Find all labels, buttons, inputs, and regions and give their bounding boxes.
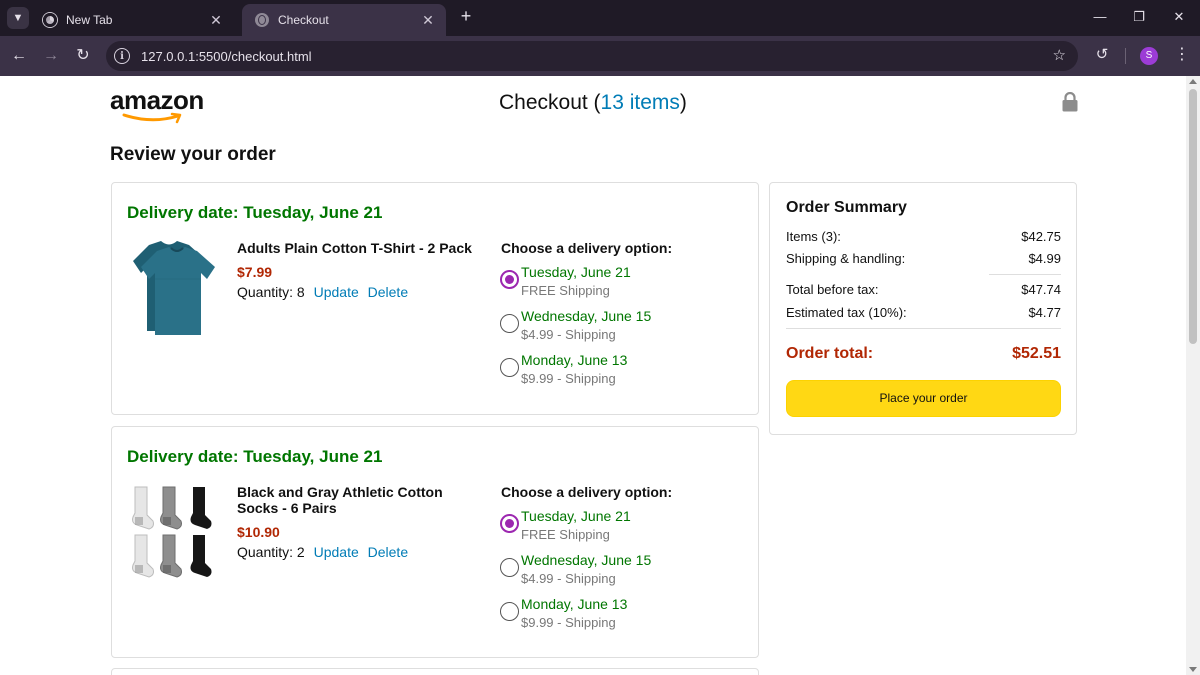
product-name: Adults Plain Cotton T-Shirt - 2 Pack	[237, 240, 472, 256]
item-count-link[interactable]: 13 items	[601, 91, 680, 114]
product-name: Black and Gray Athletic Cotton Socks - 6…	[237, 484, 443, 516]
radio-button-selected[interactable]	[500, 514, 519, 533]
delivery-option[interactable]: Wednesday, June 15 $4.99 - Shipping	[500, 552, 740, 592]
option-date: Wednesday, June 15	[521, 308, 652, 324]
update-link[interactable]: Update	[314, 284, 359, 300]
option-date: Tuesday, June 21	[521, 508, 631, 524]
summary-row-tax: Estimated tax (10%): $4.77	[786, 305, 1061, 320]
option-price: $4.99 - Shipping	[521, 327, 616, 342]
tab-new-tab[interactable]: New Tab ✕	[30, 4, 234, 36]
socks-product-image	[132, 486, 212, 578]
summary-row-items: Items (3): $42.75	[786, 229, 1061, 244]
reload-icon[interactable]: ↻	[73, 46, 93, 66]
sock-shape	[132, 486, 212, 578]
delivery-options-heading: Choose a delivery option:	[501, 484, 673, 500]
site-info-icon[interactable]: i	[114, 48, 130, 64]
summary-row-shipping: Shipping & handling: $4.99	[786, 251, 1061, 266]
globe-icon	[255, 13, 269, 27]
lock-icon	[1062, 92, 1078, 112]
review-heading: Review your order	[110, 144, 276, 165]
toolbar-divider	[1125, 48, 1126, 64]
smile-arrow-icon	[122, 112, 182, 124]
profile-avatar[interactable]: S	[1140, 47, 1158, 65]
bookmark-star-icon[interactable]: ☆	[1053, 46, 1066, 64]
option-price: $9.99 - Shipping	[521, 371, 616, 386]
url-text[interactable]: 127.0.0.1:5500/checkout.html	[141, 49, 312, 64]
product-price: $7.99	[237, 264, 273, 280]
option-date: Monday, June 13	[521, 596, 628, 612]
delivery-option[interactable]: Monday, June 13 $9.99 - Shipping	[500, 596, 740, 636]
order-summary: Order Summary Items (3): $42.75 Shipping…	[769, 182, 1077, 435]
delivery-option[interactable]: Tuesday, June 21 FREE Shipping	[500, 264, 740, 304]
address-bar[interactable]: i 127.0.0.1:5500/checkout.html ☆	[106, 41, 1078, 71]
radio-button[interactable]	[500, 602, 519, 621]
quantity-label: Quantity: 2	[237, 544, 305, 560]
kebab-menu-icon[interactable]: ⋮	[1172, 45, 1192, 65]
tshirt-product-image	[133, 241, 215, 335]
minimize-icon[interactable]: —	[1091, 8, 1109, 26]
summary-divider	[989, 274, 1061, 275]
radio-button-selected[interactable]	[500, 270, 519, 289]
tab-title: New Tab	[66, 13, 113, 27]
option-price: FREE Shipping	[521, 527, 610, 542]
option-date: Tuesday, June 21	[521, 264, 631, 280]
delivery-option[interactable]: Tuesday, June 21 FREE Shipping	[500, 508, 740, 548]
forward-icon[interactable]: →	[41, 46, 61, 66]
amazon-logo[interactable]: amazon	[110, 86, 204, 124]
option-price: $9.99 - Shipping	[521, 615, 616, 630]
order-item-card: Delivery date: Tuesday, June 21 Black an…	[111, 426, 759, 658]
quantity-label: Quantity: 8	[237, 284, 305, 300]
option-date: Monday, June 13	[521, 352, 628, 368]
order-total-row: Order total: $52.51	[786, 345, 1061, 362]
chrome-icon	[43, 13, 57, 27]
tab-checkout[interactable]: Checkout ✕	[242, 4, 446, 36]
order-item-card	[111, 668, 759, 675]
delivery-options-heading: Choose a delivery option:	[501, 240, 673, 256]
radio-button[interactable]	[500, 314, 519, 333]
update-link[interactable]: Update	[314, 544, 359, 560]
tab-search-icon[interactable]: ▼	[7, 7, 29, 29]
summary-divider	[786, 328, 1061, 329]
quantity-row: Quantity: 8 Update Delete	[237, 284, 408, 300]
delivery-option[interactable]: Wednesday, June 15 $4.99 - Shipping	[500, 308, 740, 348]
restore-icon[interactable]: ❐	[1130, 8, 1148, 26]
radio-button[interactable]	[500, 358, 519, 377]
browser-toolbar: ← → ↻ i 127.0.0.1:5500/checkout.html ☆ ↺…	[0, 36, 1200, 76]
radio-button[interactable]	[500, 558, 519, 577]
window-close-icon[interactable]: ✕	[1170, 8, 1188, 26]
scroll-up-icon[interactable]	[1189, 79, 1197, 84]
delete-link[interactable]: Delete	[368, 544, 408, 560]
delivery-date: Delivery date: Tuesday, June 21	[127, 447, 383, 466]
browser-tab-bar: ▼ New Tab ✕ Checkout ✕ + — ❐ ✕	[0, 0, 1200, 36]
place-order-button[interactable]: Place your order	[786, 380, 1061, 417]
page-title: Checkout (13 items)	[499, 91, 687, 114]
back-icon[interactable]: ←	[9, 46, 29, 66]
quantity-row: Quantity: 2 Update Delete	[237, 544, 408, 560]
delete-link[interactable]: Delete	[368, 284, 408, 300]
product-price: $10.90	[237, 524, 280, 540]
history-icon[interactable]: ↺	[1092, 45, 1112, 65]
option-price: FREE Shipping	[521, 283, 610, 298]
summary-row-before-tax: Total before tax: $47.74	[786, 282, 1061, 297]
new-tab-button[interactable]: +	[456, 6, 476, 26]
delivery-option[interactable]: Monday, June 13 $9.99 - Shipping	[500, 352, 740, 392]
option-price: $4.99 - Shipping	[521, 571, 616, 586]
tab-title: Checkout	[278, 13, 329, 27]
option-date: Wednesday, June 15	[521, 552, 652, 568]
scroll-down-icon[interactable]	[1189, 667, 1197, 672]
page-scrollbar[interactable]	[1186, 76, 1200, 675]
tab-close-icon[interactable]: ✕	[420, 12, 436, 28]
summary-title: Order Summary	[786, 199, 907, 216]
order-item-card: Delivery date: Tuesday, June 21 Adults P…	[111, 182, 759, 415]
delivery-date: Delivery date: Tuesday, June 21	[127, 203, 383, 222]
scroll-thumb[interactable]	[1189, 89, 1197, 344]
tab-close-icon[interactable]: ✕	[208, 12, 224, 28]
checkout-page: amazon Checkout (13 items) Review your o…	[0, 76, 1186, 675]
